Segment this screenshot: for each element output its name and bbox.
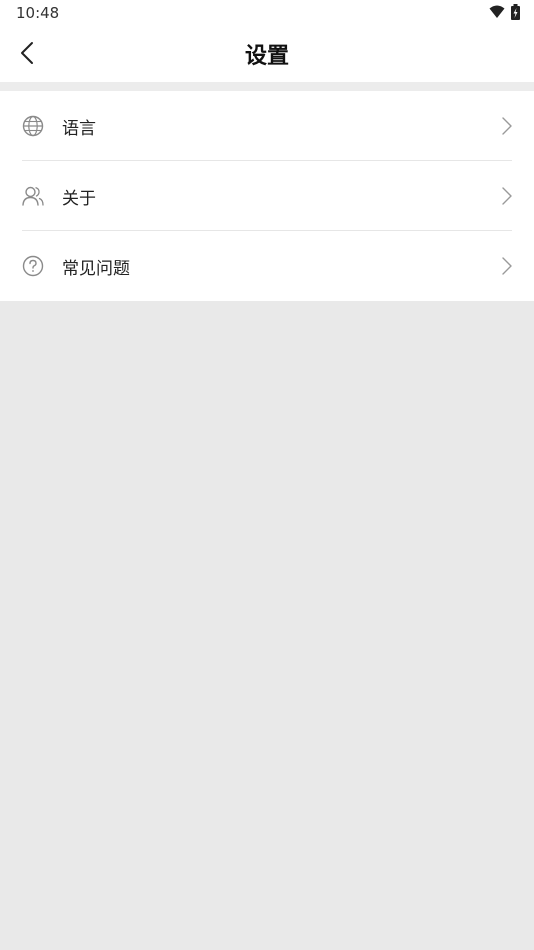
settings-item-language[interactable]: 语言	[0, 91, 534, 161]
wifi-icon	[489, 5, 505, 18]
status-time: 10:48	[16, 4, 60, 22]
settings-item-about[interactable]: 关于	[0, 161, 534, 231]
status-icons	[489, 4, 520, 20]
settings-item-faq[interactable]: 常见问题	[0, 231, 534, 301]
settings-item-label: 关于	[62, 189, 96, 209]
chevron-right-icon	[502, 117, 512, 135]
status-bar: 10:48	[0, 0, 534, 28]
question-circle-icon	[22, 255, 44, 277]
battery-charging-icon	[511, 4, 520, 20]
settings-list: 语言 关于 常见问题	[0, 91, 534, 301]
header-separator	[0, 82, 534, 91]
nav-bar: 设置	[0, 28, 534, 82]
globe-icon	[22, 115, 44, 137]
settings-item-label: 常见问题	[62, 259, 130, 279]
settings-item-label: 语言	[62, 119, 96, 139]
chevron-right-icon	[502, 187, 512, 205]
page-title: 设置	[244, 44, 289, 69]
users-icon	[22, 186, 44, 206]
chevron-right-icon	[502, 257, 512, 275]
